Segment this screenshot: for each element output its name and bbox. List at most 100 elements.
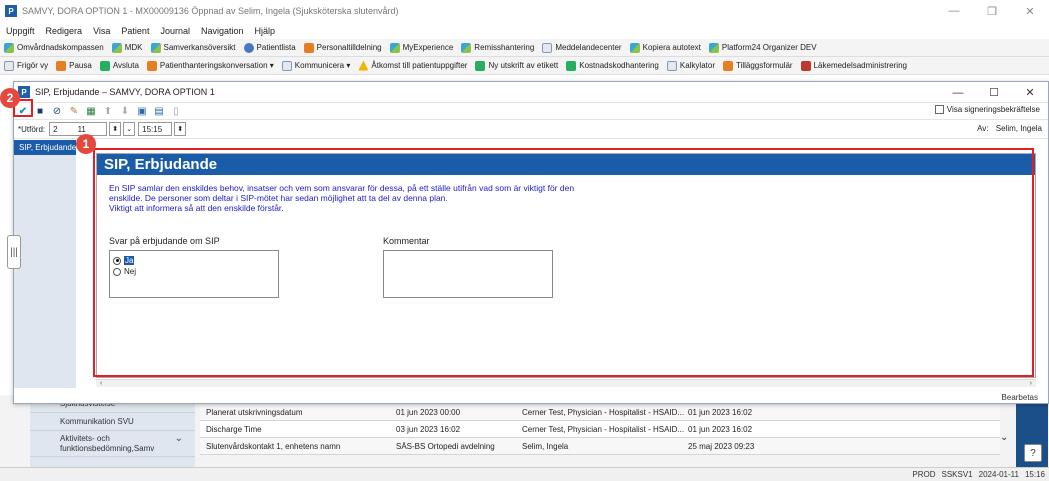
minimize-icon[interactable]: —	[935, 0, 973, 22]
time-spinner[interactable]: ⬍	[174, 122, 187, 136]
form-icon	[722, 60, 733, 71]
tb-kalkylator[interactable]: Kalkylator	[666, 60, 715, 71]
tb-kopiera-autotext[interactable]: Kopiera autotext	[629, 42, 701, 53]
inbox-icon	[542, 42, 553, 53]
status-processing: Bearbetas	[1001, 393, 1038, 402]
date-spinner[interactable]: ⬍	[109, 122, 122, 136]
status-env: PROD	[912, 470, 936, 479]
comment-icon[interactable]: ▣	[135, 104, 149, 118]
pause-icon	[56, 60, 67, 71]
main-titlebar: P SAMVY, DORA OPTION 1 - MX00009136 Öppn…	[0, 0, 1049, 22]
code-icon	[566, 60, 577, 71]
exit-icon	[99, 60, 110, 71]
cell-name: Planerat utskrivningsdatum	[206, 407, 303, 417]
author-info: Av: Selim, Ingela	[972, 124, 1042, 133]
tb-avsluta[interactable]: Avsluta	[99, 60, 139, 71]
tb-kommunicera[interactable]: Kommunicera ▾	[281, 60, 350, 71]
collapse-handle-icon[interactable]: |||	[7, 235, 21, 269]
help-icon[interactable]: ?	[1024, 444, 1042, 462]
callout-frame-form	[93, 148, 1034, 377]
document-icon[interactable]: ▯	[169, 104, 183, 118]
signature-confirm-checkbox[interactable]	[934, 105, 944, 114]
app-logo-icon: P	[5, 5, 17, 17]
status-time: 15:16	[1024, 470, 1045, 479]
people-icon	[303, 42, 314, 53]
menu-redigera[interactable]: Redigera	[46, 26, 83, 36]
barcode-icon	[800, 60, 811, 71]
tool-pin-icon[interactable]: ✎	[67, 104, 81, 118]
tb-ny-utskrift[interactable]: Ny utskrift av etikett	[475, 60, 558, 71]
tb-pausa[interactable]: Pausa	[56, 60, 92, 71]
cell-value: 03 jun 2023 16:02	[396, 424, 461, 434]
cell-date: 25 maj 2023 09:23	[688, 441, 755, 451]
close-icon[interactable]: ✕	[1011, 0, 1049, 22]
cell-value: 01 jun 2023 00:00	[396, 407, 461, 417]
toolbar-primary: Omvårdnadskompassen MDK Samverkansöversi…	[0, 39, 1049, 57]
maximize-icon[interactable]: ☐	[976, 82, 1012, 103]
calculator-icon	[666, 60, 677, 71]
cell-date: 01 jun 2023 16:02	[688, 424, 753, 434]
tb-frigor-vy[interactable]: Frigör vy	[4, 60, 48, 71]
tb-patienthanteringskonversation[interactable]: Patienthanteringskonversation ▾	[146, 60, 274, 71]
date-input[interactable]: 2 11	[49, 122, 108, 136]
tb-personaltilldelning[interactable]: Personaltilldelning	[303, 42, 382, 53]
dialog-sidebar: SIP, Erbjudande |||	[7, 140, 76, 388]
signature-confirm-label: Visa signeringsbekräftelse	[946, 105, 1040, 114]
menu-visa[interactable]: Visa	[93, 26, 110, 36]
table-icon[interactable]: ▤	[152, 104, 166, 118]
grid-icon	[708, 42, 719, 53]
author-label: Av:	[977, 124, 989, 133]
main-window-title: SAMVY, DORA OPTION 1 - MX00009136 Öppnad…	[22, 6, 399, 16]
time-input[interactable]: 15:15	[138, 122, 173, 136]
menu-navigation[interactable]: Navigation	[201, 26, 244, 36]
callout-badge-2: 2	[0, 88, 20, 108]
dialog-titlebar: P SIP, Erbjudande – SAMVY, DORA OPTION 1…	[14, 82, 1048, 103]
nav-item-aktivitet[interactable]: Aktivitets- och funktionsbedömning,Samv ⌄	[30, 431, 195, 457]
toolbar-secondary: Frigör vy Pausa Avsluta Patienthantering…	[0, 57, 1049, 75]
tb-myexperience[interactable]: MyExperience	[389, 42, 453, 53]
tb-remisshantering[interactable]: Remisshantering	[461, 42, 534, 53]
table-row[interactable]: Discharge Time 03 jun 2023 16:02 Cerner …	[200, 421, 1000, 438]
sidebar-item-sip[interactable]: SIP, Erbjudande	[14, 140, 76, 155]
label-icon	[475, 60, 486, 71]
tb-platform24[interactable]: Platform24 Organizer DEV	[708, 42, 817, 53]
tb-atkomst[interactable]: Åtkomst till patientuppgifter	[358, 60, 467, 71]
menu-journal[interactable]: Journal	[160, 26, 190, 36]
save-icon[interactable]: ■	[33, 104, 47, 118]
chevron-down-icon[interactable]: ⌄	[175, 434, 183, 444]
menu-uppgift[interactable]: Uppgift	[6, 26, 35, 36]
nav-item-kommunikation[interactable]: Kommunikation SVU	[30, 413, 195, 431]
tb-omvardnadskompassen[interactable]: Omvårdnadskompassen	[4, 42, 104, 53]
menu-patient[interactable]: Patient	[121, 26, 149, 36]
grid-icon	[4, 42, 14, 53]
minimize-icon[interactable]: —	[940, 82, 976, 103]
tb-meddelandecenter[interactable]: Meddelandecenter	[542, 42, 622, 53]
tb-samverkansoversikt[interactable]: Samverkansöversikt	[150, 42, 236, 53]
tb-kostnadskod[interactable]: Kostnadskodhantering	[566, 60, 659, 71]
callout-badge-1: 1	[76, 134, 96, 154]
cell-name: Discharge Time	[206, 424, 262, 434]
cell-by: Cerner Test, Physician - Hospitalist - H…	[522, 424, 685, 434]
menu-hjalp[interactable]: Hjälp	[255, 26, 276, 36]
table-row[interactable]: Planerat utskrivningsdatum 01 jun 2023 0…	[200, 404, 1000, 421]
tb-mdk[interactable]: MDK	[111, 42, 143, 53]
release-icon	[4, 60, 14, 71]
tool-grid-icon[interactable]: ▦	[84, 104, 98, 118]
close-icon[interactable]: ✕	[1012, 82, 1048, 103]
chevron-down-icon[interactable]: ⌄	[123, 122, 136, 136]
tb-tillaggsformular[interactable]: Tilläggsformulär	[722, 60, 793, 71]
arrow-down-icon[interactable]: ⬇	[118, 104, 132, 118]
tb-lakemedel[interactable]: Läkemedelsadministrering	[800, 60, 907, 71]
grid-icon	[111, 42, 122, 53]
horizontal-scrollbar[interactable]: ‹ ›	[96, 379, 1036, 387]
cancel-icon[interactable]: ⊘	[50, 104, 64, 118]
table-row[interactable]: Slutenvårdskontakt 1, enhetens namn SÄS-…	[200, 438, 1000, 455]
message-icon	[281, 60, 292, 71]
tb-patientlista[interactable]: Patientlista	[243, 42, 296, 53]
maximize-icon[interactable]: ❐	[973, 0, 1011, 22]
signature-confirm-toggle[interactable]: Visa signeringsbekräftelse	[934, 105, 1040, 114]
chevron-down-icon[interactable]: ⌄	[1000, 432, 1014, 446]
grid-icon	[461, 42, 472, 53]
arrow-up-icon[interactable]: ⬆	[101, 104, 115, 118]
dialog-date-bar: *Utförd: 2 11 ⬍ ⌄ 15:15 ⬍ Av: Selim, Inge…	[14, 120, 1048, 139]
